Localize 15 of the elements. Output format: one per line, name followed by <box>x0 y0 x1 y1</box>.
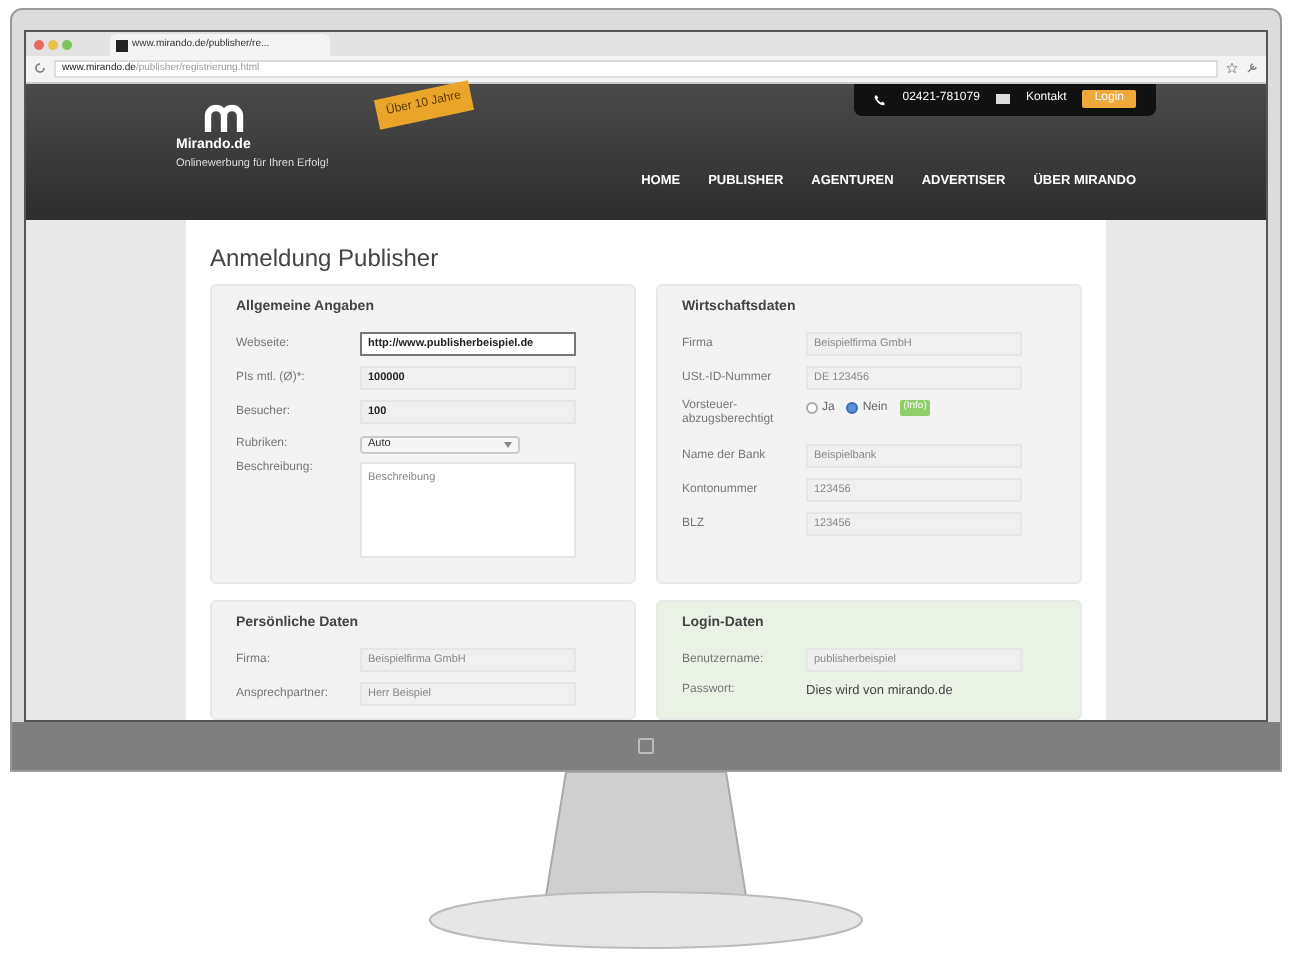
reload-icon[interactable] <box>34 62 46 75</box>
window-minimize-icon[interactable] <box>48 39 58 50</box>
mail-icon <box>995 94 1010 105</box>
star-icon[interactable] <box>1226 62 1238 75</box>
chevron-icon <box>504 441 512 448</box>
phone-icon <box>874 93 887 106</box>
window-close-icon[interactable] <box>34 39 44 50</box>
favicon-icon <box>116 39 128 52</box>
logo-icon <box>204 103 248 132</box>
logo-icon <box>638 738 654 754</box>
radio-button[interactable] <box>806 402 818 415</box>
page-title: Anmeldung Publisher <box>210 242 441 277</box>
window-zoom-icon[interactable] <box>62 39 72 50</box>
wrench-icon[interactable] <box>1246 62 1258 75</box>
radio-button[interactable] <box>846 402 859 415</box>
